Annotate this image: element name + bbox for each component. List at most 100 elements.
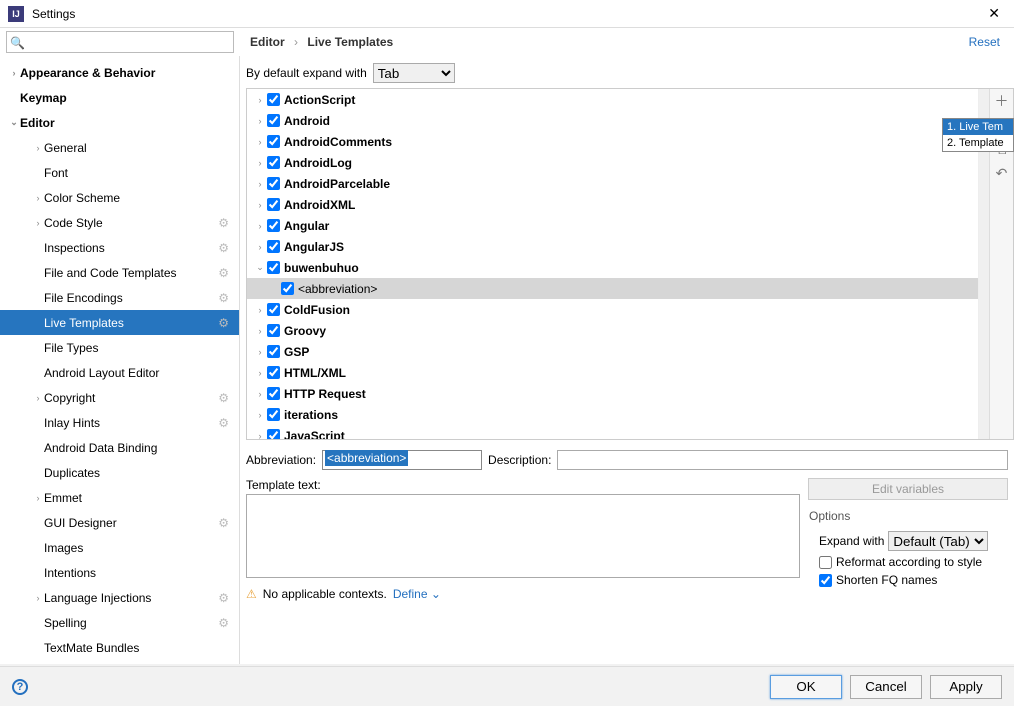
gear-icon: ⚙ bbox=[218, 266, 229, 280]
tree-template[interactable]: <abbreviation> bbox=[247, 278, 978, 299]
tree-group[interactable]: ›Android bbox=[247, 110, 978, 131]
define-link[interactable]: Define ⌄ bbox=[393, 587, 441, 601]
tree-group[interactable]: ›Angular bbox=[247, 215, 978, 236]
group-checkbox[interactable] bbox=[267, 177, 280, 190]
group-checkbox[interactable] bbox=[267, 324, 280, 337]
group-checkbox[interactable] bbox=[267, 114, 280, 127]
add-popup[interactable]: 1. Live Tem 2. Template bbox=[942, 118, 1014, 152]
sidebar-item[interactable]: GUI Designer⚙ bbox=[0, 510, 239, 535]
sidebar-item[interactable]: ⌄Editor bbox=[0, 110, 239, 135]
topbar: 🔍 Editor › Live Templates Reset bbox=[0, 28, 1014, 56]
search-input[interactable] bbox=[6, 31, 234, 53]
group-label: AndroidLog bbox=[284, 156, 352, 170]
group-checkbox[interactable] bbox=[267, 429, 280, 439]
sidebar-item-label: Inspections bbox=[44, 241, 105, 255]
sidebar-item[interactable]: ›Appearance & Behavior bbox=[0, 60, 239, 85]
sidebar-item[interactable]: ›Emmet bbox=[0, 485, 239, 510]
group-checkbox[interactable] bbox=[267, 93, 280, 106]
popup-item-live-template[interactable]: 1. Live Tem bbox=[943, 119, 1013, 135]
group-checkbox[interactable] bbox=[267, 408, 280, 421]
tree-group[interactable]: ›Groovy bbox=[247, 320, 978, 341]
group-checkbox[interactable] bbox=[267, 198, 280, 211]
group-label: Groovy bbox=[284, 324, 326, 338]
abbrev-input[interactable]: <abbreviation> bbox=[322, 450, 482, 470]
tree-group[interactable]: ›iterations bbox=[247, 404, 978, 425]
template-text-input[interactable] bbox=[246, 494, 800, 578]
sidebar-item-label: Appearance & Behavior bbox=[20, 66, 155, 80]
group-checkbox[interactable] bbox=[267, 387, 280, 400]
tree-group[interactable]: ⌄buwenbuhuo bbox=[247, 257, 978, 278]
sidebar-item-label: Color Scheme bbox=[44, 191, 120, 205]
tree-group[interactable]: ›AngularJS bbox=[247, 236, 978, 257]
shorten-checkbox[interactable] bbox=[819, 574, 832, 587]
help-icon[interactable]: ? bbox=[12, 679, 28, 695]
sidebar-item[interactable]: Intentions bbox=[0, 560, 239, 585]
group-checkbox[interactable] bbox=[267, 219, 280, 232]
sidebar-item[interactable]: ›Language Injections⚙ bbox=[0, 585, 239, 610]
options-title: Options bbox=[809, 509, 1007, 523]
expand-default-select[interactable]: Tab bbox=[373, 63, 455, 83]
sidebar-item[interactable]: ›General bbox=[0, 135, 239, 160]
popup-item-template-group[interactable]: 2. Template bbox=[943, 135, 1013, 151]
sidebar-item[interactable]: Font bbox=[0, 160, 239, 185]
sidebar-item[interactable]: Live Templates⚙ bbox=[0, 310, 239, 335]
group-checkbox[interactable] bbox=[267, 240, 280, 253]
tree-group[interactable]: ›HTTP Request bbox=[247, 383, 978, 404]
group-checkbox[interactable] bbox=[267, 135, 280, 148]
tree-group[interactable]: ›GSP bbox=[247, 341, 978, 362]
sidebar-item[interactable]: File and Code Templates⚙ bbox=[0, 260, 239, 285]
apply-button[interactable]: Apply bbox=[930, 675, 1002, 699]
tree-group[interactable]: ›AndroidXML bbox=[247, 194, 978, 215]
sidebar-item[interactable]: Images bbox=[0, 535, 239, 560]
window-title: Settings bbox=[32, 7, 982, 21]
undo-button[interactable]: ↶ bbox=[992, 163, 1012, 183]
sidebar-item-label: Duplicates bbox=[44, 466, 100, 480]
sidebar-item[interactable]: ›Copyright⚙ bbox=[0, 385, 239, 410]
cancel-button[interactable]: Cancel bbox=[850, 675, 922, 699]
reformat-checkbox[interactable] bbox=[819, 556, 832, 569]
tree-group[interactable]: ›ColdFusion bbox=[247, 299, 978, 320]
template-tree[interactable]: ›ActionScript›Android›AndroidComments›An… bbox=[247, 89, 979, 439]
expandwith-select[interactable]: Default (Tab) bbox=[888, 531, 988, 551]
sidebar-item[interactable]: Android Data Binding bbox=[0, 435, 239, 460]
sidebar-item[interactable]: TextMate Bundles bbox=[0, 635, 239, 660]
chevron-right-icon: › bbox=[253, 431, 267, 440]
footer: ? OK Cancel Apply bbox=[0, 666, 1014, 706]
tree-group[interactable]: ›ActionScript bbox=[247, 89, 978, 110]
group-label: HTML/XML bbox=[284, 366, 346, 380]
chevron-down-icon: ⌄ bbox=[8, 117, 20, 128]
tree-group[interactable]: ›AndroidParcelable bbox=[247, 173, 978, 194]
sidebar-item[interactable]: File Encodings⚙ bbox=[0, 285, 239, 310]
sidebar-item[interactable]: Spelling⚙ bbox=[0, 610, 239, 635]
chevron-right-icon: › bbox=[32, 193, 44, 203]
sidebar-item[interactable]: Inspections⚙ bbox=[0, 235, 239, 260]
tree-group[interactable]: ›HTML/XML bbox=[247, 362, 978, 383]
group-label: JavaScript bbox=[284, 429, 345, 440]
tree-group[interactable]: › JavaScript bbox=[247, 425, 978, 439]
sidebar-item[interactable]: File Types bbox=[0, 335, 239, 360]
group-checkbox[interactable] bbox=[267, 303, 280, 316]
sidebar-item[interactable]: Android Layout Editor bbox=[0, 360, 239, 385]
template-checkbox[interactable] bbox=[281, 282, 294, 295]
tree-group[interactable]: ›AndroidComments bbox=[247, 131, 978, 152]
tree-group[interactable]: ›AndroidLog bbox=[247, 152, 978, 173]
sidebar-item[interactable]: Inlay Hints⚙ bbox=[0, 410, 239, 435]
reset-link[interactable]: Reset bbox=[969, 35, 1014, 49]
sidebar[interactable]: ›Appearance & BehaviorKeymap⌄Editor›Gene… bbox=[0, 56, 240, 664]
sidebar-item[interactable]: Duplicates bbox=[0, 460, 239, 485]
group-label: AndroidParcelable bbox=[284, 177, 390, 191]
group-checkbox[interactable] bbox=[267, 366, 280, 379]
group-label: AndroidComments bbox=[284, 135, 392, 149]
group-label: ColdFusion bbox=[284, 303, 350, 317]
close-icon[interactable]: ✕ bbox=[982, 5, 1006, 22]
sidebar-item[interactable]: Keymap bbox=[0, 85, 239, 110]
chevron-right-icon: › bbox=[253, 95, 267, 105]
desc-input[interactable] bbox=[557, 450, 1008, 470]
group-checkbox[interactable] bbox=[267, 156, 280, 169]
add-button[interactable]: ＋ bbox=[992, 91, 1012, 111]
ok-button[interactable]: OK bbox=[770, 675, 842, 699]
sidebar-item[interactable]: ›Code Style⚙ bbox=[0, 210, 239, 235]
group-checkbox[interactable] bbox=[267, 261, 280, 274]
sidebar-item[interactable]: ›Color Scheme bbox=[0, 185, 239, 210]
group-checkbox[interactable] bbox=[267, 345, 280, 358]
